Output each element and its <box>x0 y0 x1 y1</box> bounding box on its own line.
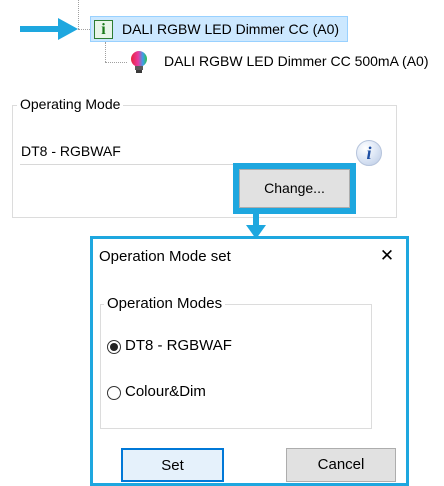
set-button[interactable]: Set <box>121 448 224 482</box>
info-icon[interactable]: i <box>356 140 382 166</box>
dialog-title: Operation Mode set <box>99 248 231 265</box>
tree-connector <box>78 29 90 30</box>
info-device-icon: i <box>94 20 113 39</box>
rgb-bulb-icon <box>131 51 147 73</box>
close-icon[interactable]: ✕ <box>377 246 397 266</box>
pointer-arrow-icon <box>20 18 78 40</box>
tree-node-dimmer[interactable]: i DALI RGBW LED Dimmer CC (A0) <box>90 16 348 42</box>
tree-node-label: DALI RGBW LED Dimmer CC (A0) <box>122 21 340 37</box>
tree-connector <box>105 62 127 63</box>
tree-node-label: DALI RGBW LED Dimmer CC 500mA (A0) <box>164 53 429 69</box>
tree-connector <box>78 0 79 29</box>
radio-option-dt8[interactable]: DT8 - RGBWAF <box>107 337 307 357</box>
operation-modes-label: Operation Modes <box>104 295 226 312</box>
radio-button[interactable] <box>107 386 121 400</box>
radio-button-selected[interactable] <box>107 340 121 354</box>
radio-label: DT8 - RGBWAF <box>125 337 232 354</box>
change-button[interactable]: Change... <box>239 169 350 208</box>
operating-mode-value: DT8 - RGBWAF <box>21 143 121 159</box>
operating-mode-label: Operating Mode <box>17 96 124 112</box>
radio-option-colour-dim[interactable]: Colour&Dim <box>107 383 307 403</box>
radio-label: Colour&Dim <box>125 383 206 400</box>
tree-connector <box>105 42 106 62</box>
operation-mode-dialog: Operation Mode set ✕ Operation Modes DT8… <box>90 236 409 486</box>
operation-modes-group <box>100 304 372 429</box>
tree-node-dimmer-500ma[interactable]: DALI RGBW LED Dimmer CC 500mA (A0) <box>128 48 429 74</box>
cancel-button[interactable]: Cancel <box>286 448 396 482</box>
